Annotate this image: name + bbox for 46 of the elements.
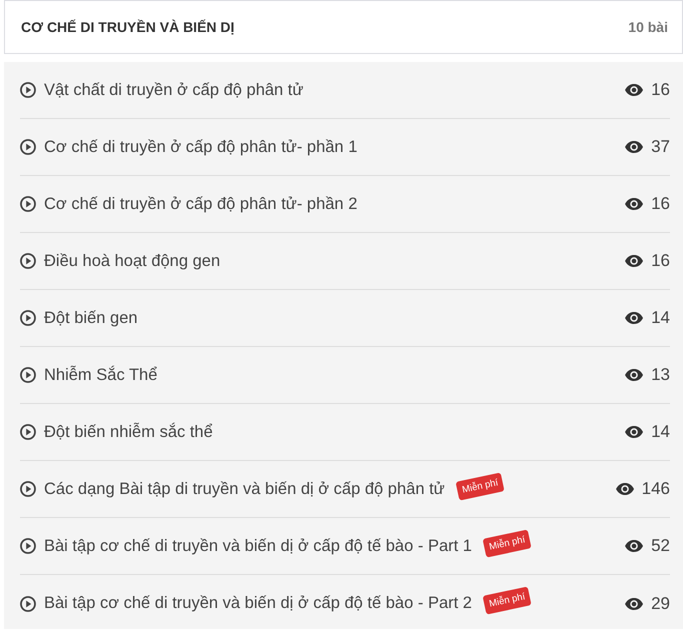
view-count: 16 (651, 80, 670, 100)
eye-icon (625, 255, 644, 267)
lesson-link[interactable]: Nhiễm Sắc Thể (44, 366, 158, 384)
play-circle-icon (20, 82, 36, 98)
lesson-link[interactable]: Cơ chế di truyền ở cấp độ phân tử- phần 2 (44, 194, 358, 214)
lesson-link[interactable]: Các dạng Bài tập di truyền và biến dị ở cấp độ phân tử (44, 480, 445, 498)
play-circle-icon (20, 253, 36, 269)
eye-icon (625, 141, 644, 153)
view-count: 37 (651, 137, 670, 157)
view-count: 14 (651, 422, 670, 442)
view-count: 52 (651, 536, 670, 556)
section-header[interactable]: CƠ CHẾ DI TRUYỀN VÀ BIẾN DỊ 10 bài (4, 0, 683, 54)
view-count: 16 (651, 251, 670, 271)
play-circle-icon (20, 538, 36, 554)
eye-icon (625, 540, 644, 552)
free-badge: Miễn phí (482, 586, 532, 615)
section-title: CƠ CHẾ DI TRUYỀN VÀ BIẾN DỊ (21, 19, 234, 35)
eye-icon (625, 198, 644, 210)
free-badge: Miễn phí (482, 528, 532, 558)
free-badge: Miễn phí (455, 472, 505, 500)
lesson-link[interactable]: Đột biến gen (44, 308, 138, 328)
play-circle-icon (20, 596, 36, 612)
play-circle-icon (20, 481, 36, 497)
lesson-link[interactable]: Điều hoà hoạt động gen (44, 252, 220, 270)
view-count: 14 (651, 308, 670, 328)
eye-icon (616, 483, 634, 495)
view-count: 16 (651, 194, 670, 214)
play-circle-icon (20, 367, 36, 383)
play-circle-icon (20, 310, 36, 326)
lesson-link[interactable]: Cơ chế di truyền ở cấp độ phân tử- phần 1 (44, 138, 358, 156)
lesson-link[interactable]: Bài tập cơ chế di truyền và biến dị ở cấp độ tế bào - Part 2 (44, 594, 472, 613)
play-circle-icon (20, 139, 36, 155)
view-count: 13 (651, 365, 670, 385)
lesson-link[interactable]: Vật chất di truyền ở cấp độ phân tử (44, 80, 304, 100)
view-count: 146 (642, 479, 670, 499)
play-circle-icon (20, 196, 36, 212)
eye-icon (625, 84, 644, 96)
lesson-count: 10 bài (628, 19, 668, 35)
eye-icon (625, 426, 644, 438)
eye-icon (625, 369, 644, 381)
lesson-link[interactable]: Bài tập cơ chế di truyền và biến dị ở cấp độ tế bào - Part 1 (44, 536, 472, 556)
view-count: 29 (651, 594, 670, 614)
play-circle-icon (20, 424, 36, 440)
eye-icon (625, 598, 644, 610)
eye-icon (625, 312, 644, 324)
lesson-link[interactable]: Đột biến nhiễm sắc thể (44, 422, 213, 442)
